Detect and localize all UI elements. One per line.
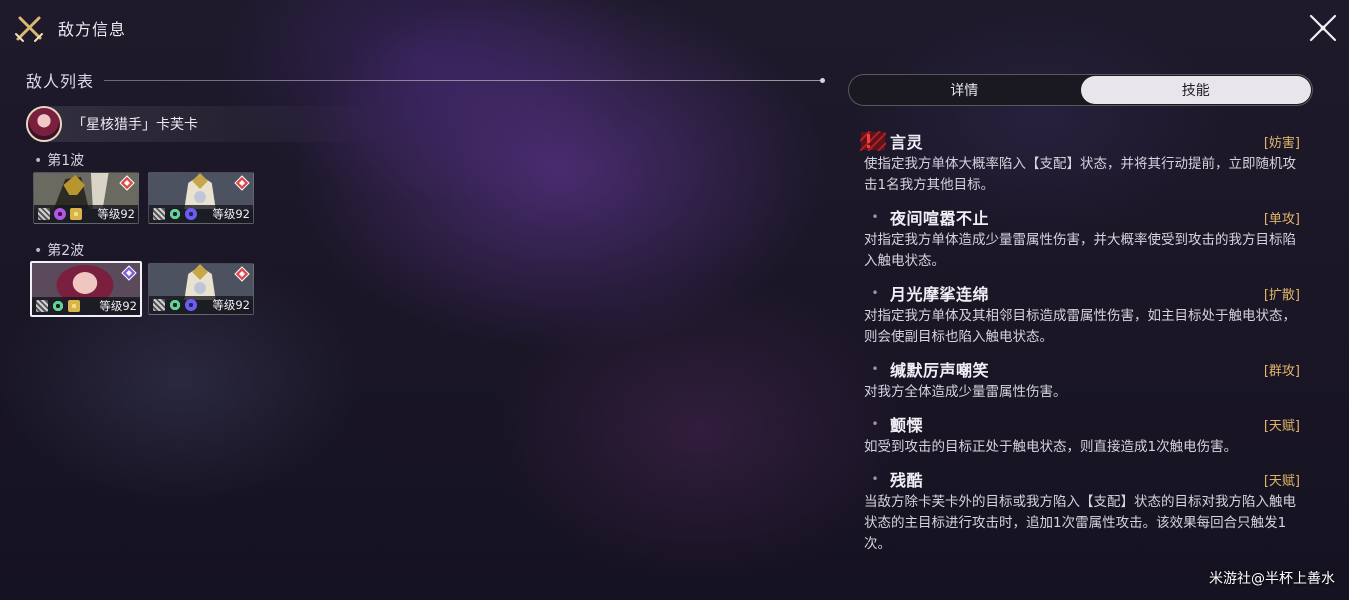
tab-skills[interactable]: 技能 bbox=[1080, 76, 1311, 104]
skill-tag: [单攻] bbox=[1263, 211, 1300, 227]
wave-label-2: 第2波 bbox=[34, 240, 84, 260]
physical-weakness-icon bbox=[38, 208, 50, 220]
enemy-list-header: 敌人列表 bbox=[26, 68, 825, 92]
wind-weakness-icon bbox=[169, 299, 181, 311]
skill-item: • 残酷 [天赋] 当敌方除卡芙卡外的目标或我方陷入【支配】状态的目标对我方陷入… bbox=[860, 466, 1300, 555]
skill-tag: [妨害] bbox=[1263, 135, 1300, 151]
skill-tag: [群攻] bbox=[1263, 363, 1300, 379]
enemy-level: 等级92 bbox=[212, 298, 250, 312]
skill-name: 缄默厉声嘲笑 bbox=[890, 361, 990, 380]
skill-name: 颤慄 bbox=[890, 416, 924, 435]
title-bar: 敌方信息 bbox=[12, 10, 126, 46]
boss-name: 「星核猎手」卡芙卡 bbox=[72, 117, 198, 133]
skill-description: 使指定我方单体大概率陷入【支配】状态，并将其行动提前，立即随机攻击1名我方其他目… bbox=[864, 156, 1296, 193]
skill-description: 对指定我方单体及其相邻目标造成雷属性伤害，如主目标处于触电状态，则会使副目标也陷… bbox=[864, 308, 1296, 345]
skill-item: • 夜间喧嚣不止 [单攻] 对指定我方单体造成少量雷属性伤害，并大概率使受到攻击… bbox=[860, 204, 1300, 272]
lightning-weakness-icon bbox=[54, 208, 66, 220]
imaginary-weakness-icon bbox=[68, 300, 80, 312]
skill-item: • 颤慄 [天赋] 如受到攻击的目标正处于触电状态，则直接造成1次触电伤害。 bbox=[860, 411, 1300, 458]
crossed-swords-icon bbox=[15, 16, 43, 42]
alert-icon bbox=[860, 131, 886, 151]
bullet-icon: • bbox=[871, 210, 879, 224]
bullet-icon: • bbox=[871, 472, 879, 486]
skill-description: 当敌方除卡芙卡外的目标或我方陷入【支配】状态的目标对我方陷入触电状态的主目标进行… bbox=[864, 494, 1296, 552]
divider bbox=[104, 77, 825, 83]
watermark: 米游社@半杯上善水 bbox=[1209, 571, 1335, 587]
physical-weakness-icon bbox=[153, 208, 165, 220]
wave-label-1: 第1波 bbox=[34, 150, 84, 170]
bullet-icon: • bbox=[871, 362, 879, 376]
skill-description: 如受到攻击的目标正处于触电状态，则直接造成1次触电伤害。 bbox=[864, 439, 1238, 455]
enemy-level: 等级92 bbox=[97, 207, 135, 221]
enemy-card[interactable]: 等级92 bbox=[148, 263, 254, 315]
avatar bbox=[26, 106, 62, 142]
bullet-icon: • bbox=[871, 286, 879, 300]
skill-tag: [扩散] bbox=[1263, 287, 1300, 303]
skill-list: 言灵 [妨害] 使指定我方单体大概率陷入【支配】状态，并将其行动提前，立即随机攻… bbox=[860, 128, 1300, 563]
tab-bar: 详情 技能 bbox=[848, 74, 1313, 106]
skill-name: 言灵 bbox=[890, 133, 924, 152]
imaginary-weakness-icon bbox=[70, 208, 82, 220]
page-title: 敌方信息 bbox=[58, 20, 127, 39]
enemy-card[interactable]: 等级92 bbox=[148, 172, 254, 224]
skill-name: 月光摩挲连绵 bbox=[890, 285, 990, 304]
quantum-weakness-icon bbox=[185, 208, 197, 220]
wind-weakness-icon bbox=[169, 208, 181, 220]
elite-icon bbox=[121, 265, 137, 281]
enemy-level: 等级92 bbox=[99, 299, 137, 313]
skill-tag: [天赋] bbox=[1263, 418, 1300, 434]
skill-item: 言灵 [妨害] 使指定我方单体大概率陷入【支配】状态，并将其行动提前，立即随机攻… bbox=[860, 128, 1300, 196]
quantum-weakness-icon bbox=[185, 299, 197, 311]
enemy-card-selected[interactable]: 等级92 bbox=[30, 261, 142, 317]
skill-item: • 缄默厉声嘲笑 [群攻] 对我方全体造成少量雷属性伤害。 bbox=[860, 356, 1300, 403]
boss-row[interactable]: 「星核猎手」卡芙卡 bbox=[26, 106, 386, 142]
bullet-icon: • bbox=[871, 417, 879, 431]
skill-description: 对指定我方单体造成少量雷属性伤害，并大概率使受到攻击的我方目标陷入触电状态。 bbox=[864, 232, 1296, 269]
close-icon[interactable] bbox=[1307, 12, 1339, 44]
skill-tag: [天赋] bbox=[1263, 473, 1300, 489]
tab-details[interactable]: 详情 bbox=[849, 75, 1080, 105]
physical-weakness-icon bbox=[153, 299, 165, 311]
wind-weakness-icon bbox=[52, 300, 64, 312]
skill-name: 残酷 bbox=[890, 471, 924, 490]
physical-weakness-icon bbox=[36, 300, 48, 312]
enemy-level: 等级92 bbox=[212, 207, 250, 221]
skill-description: 对我方全体造成少量雷属性伤害。 bbox=[864, 384, 1067, 400]
elite-icon bbox=[119, 175, 135, 191]
enemy-list-label: 敌人列表 bbox=[26, 72, 95, 91]
skill-item: • 月光摩挲连绵 [扩散] 对指定我方单体及其相邻目标造成雷属性伤害，如主目标处… bbox=[860, 280, 1300, 348]
enemy-card[interactable]: 等级92 bbox=[33, 172, 139, 224]
skill-name: 夜间喧嚣不止 bbox=[890, 209, 990, 228]
elite-icon bbox=[234, 266, 250, 282]
elite-icon bbox=[234, 175, 250, 191]
